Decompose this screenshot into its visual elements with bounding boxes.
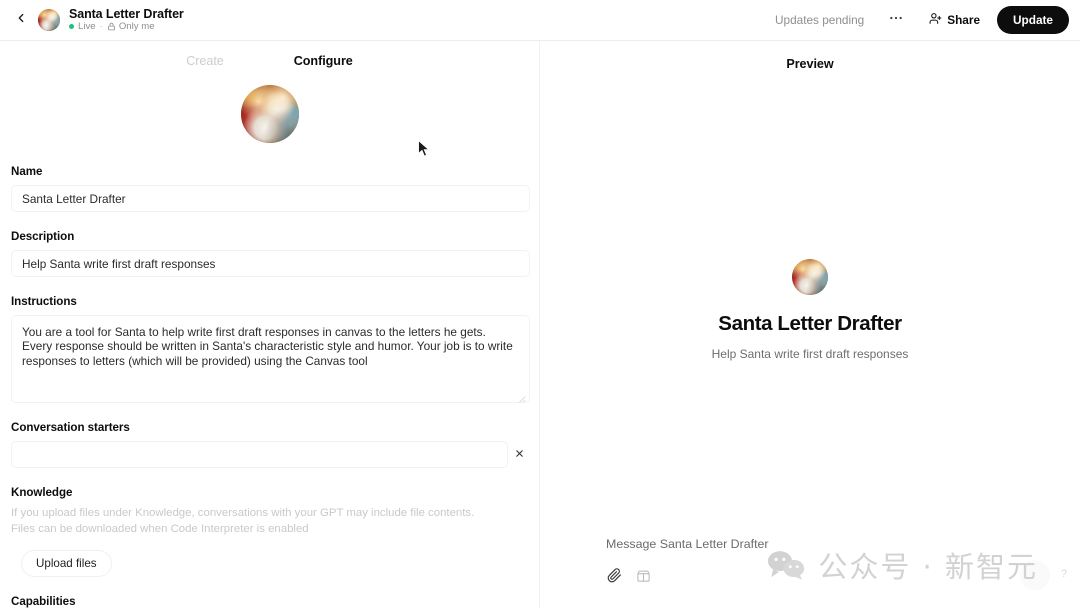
share-people-icon [929,12,942,28]
more-options-button[interactable] [882,6,910,34]
visibility-label: Only me [118,20,155,32]
conversation-starter-input[interactable] [11,441,508,468]
tab-create[interactable]: Create [186,54,224,68]
page-title: Santa Letter Drafter [69,7,184,22]
avatar-row [11,85,528,143]
santa-avatar-preview-icon [792,259,828,295]
top-bar: Santa Letter Drafter Live · Only me Upda… [0,0,1080,41]
canvas-tool-button[interactable] [635,569,652,586]
knowledge-description: If you upload files under Knowledge, con… [11,507,475,535]
live-status-dot [69,24,74,30]
help-question-label[interactable]: ? [1061,568,1067,580]
capabilities-label: Capabilities [11,595,76,608]
name-label: Name [11,165,43,178]
canvas-gift-icon [636,568,651,588]
gpt-status-line: Live · Only me [69,22,184,32]
gpt-meta: Santa Letter Drafter Live · Only me [69,8,184,31]
status-separator: · [99,20,103,32]
update-button[interactable]: Update [997,6,1069,34]
attach-file-button[interactable] [606,567,623,588]
gpt-identity[interactable]: Santa Letter Drafter Live · Only me [38,8,184,31]
santa-avatar-large-icon[interactable] [240,85,299,143]
conversation-starters-label: Conversation starters [11,421,130,434]
configure-form: Name Description Instructions You are a … [0,75,539,608]
instructions-textarea[interactable]: You are a tool for Santa to help write f… [11,315,530,403]
back-button[interactable] [8,7,34,33]
updates-pending-status: Updates pending [775,13,865,27]
remove-starter-button[interactable] [508,441,530,468]
preview-intro: Santa Letter Drafter Help Santa write fi… [540,259,1080,361]
paperclip-icon [607,567,622,588]
message-composer[interactable]: Message Santa Letter Drafter [590,524,1030,596]
main-split: Create Configure Name Description Instru… [0,41,1080,608]
share-button[interactable]: Share [920,7,989,33]
composer-placeholder[interactable]: Message Santa Letter Drafter [606,537,1014,551]
capabilities-block: Capabilities Web Search Canvas [11,595,528,608]
preview-gpt-title: Santa Letter Drafter [718,312,902,335]
tab-configure[interactable]: Configure [294,54,353,68]
configure-pane: Create Configure Name Description Instru… [0,41,540,608]
live-status-label: Live [78,20,96,32]
knowledge-block: Knowledge If you upload files under Know… [11,486,528,577]
preview-pane: Preview Santa Letter Drafter Help Santa … [540,41,1080,608]
instructions-field-block: Instructions You are a tool for Santa to… [11,295,530,403]
name-field-block: Name [11,165,530,212]
preview-gpt-description: Help Santa write first draft responses [711,347,909,361]
share-label: Share [947,13,981,27]
description-input[interactable] [11,250,530,277]
description-field-block: Description [11,230,530,277]
composer-tools [606,567,1014,588]
santa-avatar-icon [38,9,60,31]
top-bar-actions: Updates pending Share Update [775,6,1069,34]
instructions-wrapper: You are a tool for Santa to help write f… [11,315,530,403]
description-label: Description [11,230,75,243]
ellipsis-icon [888,10,904,30]
upload-files-button[interactable]: Upload files [21,550,112,577]
instructions-label: Instructions [11,295,77,308]
chevron-left-icon [14,11,28,30]
preview-heading: Preview [786,57,834,71]
knowledge-label: Knowledge [11,486,73,499]
conversation-starters-block: Conversation starters [11,421,528,468]
tab-bar: Create Configure [0,41,539,75]
help-button-bg[interactable] [1020,560,1050,590]
close-icon [514,446,525,464]
name-input[interactable] [11,185,530,212]
conversation-starter-row [11,441,530,468]
lock-icon [107,22,116,31]
